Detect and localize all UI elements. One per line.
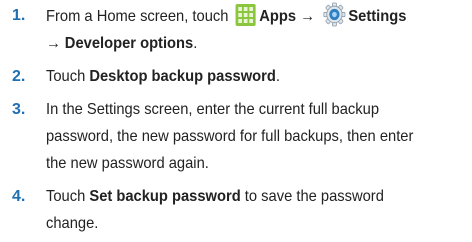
step-number: 2. <box>12 68 26 85</box>
arrow: → <box>300 8 315 25</box>
step-body: From a Home screen, touch Apps → Setting… <box>46 2 432 57</box>
step-body: Touch Desktop backup password. <box>46 63 432 90</box>
step-text: Touch <box>46 188 90 205</box>
apps-grid-icon <box>235 4 256 26</box>
step-1: 1. From a Home screen, touch Apps → Sett… <box>12 2 466 57</box>
step-number: 1. <box>12 7 26 24</box>
step-body: Touch Set backup password to save the pa… <box>46 183 432 237</box>
step-number: 3. <box>12 101 26 118</box>
step-4: 4. Touch Set backup password to save the… <box>12 183 466 237</box>
settings-gear-icon <box>323 2 346 27</box>
step-3: 3. In the Settings screen, enter the cur… <box>12 96 466 177</box>
period: . <box>275 68 280 85</box>
instruction-document: 1. From a Home screen, touch Apps → Sett… <box>0 0 472 242</box>
set-backup-password-label: Set backup password <box>89 188 241 205</box>
step-text: Touch <box>46 68 90 85</box>
apps-label: Apps <box>259 8 297 25</box>
step-body: In the Settings screen, enter the curren… <box>46 96 432 177</box>
period: . <box>193 35 198 52</box>
step-number: 4. <box>12 188 26 205</box>
developer-options-label: → Developer options <box>46 35 194 52</box>
step-text: In the Settings screen, enter the curren… <box>46 101 414 172</box>
step-2: 2. Touch Desktop backup password. <box>12 63 466 90</box>
step-text: From a Home screen, touch <box>46 8 229 25</box>
desktop-backup-password-label: Desktop backup password <box>89 68 276 85</box>
settings-label: Settings <box>348 8 407 25</box>
